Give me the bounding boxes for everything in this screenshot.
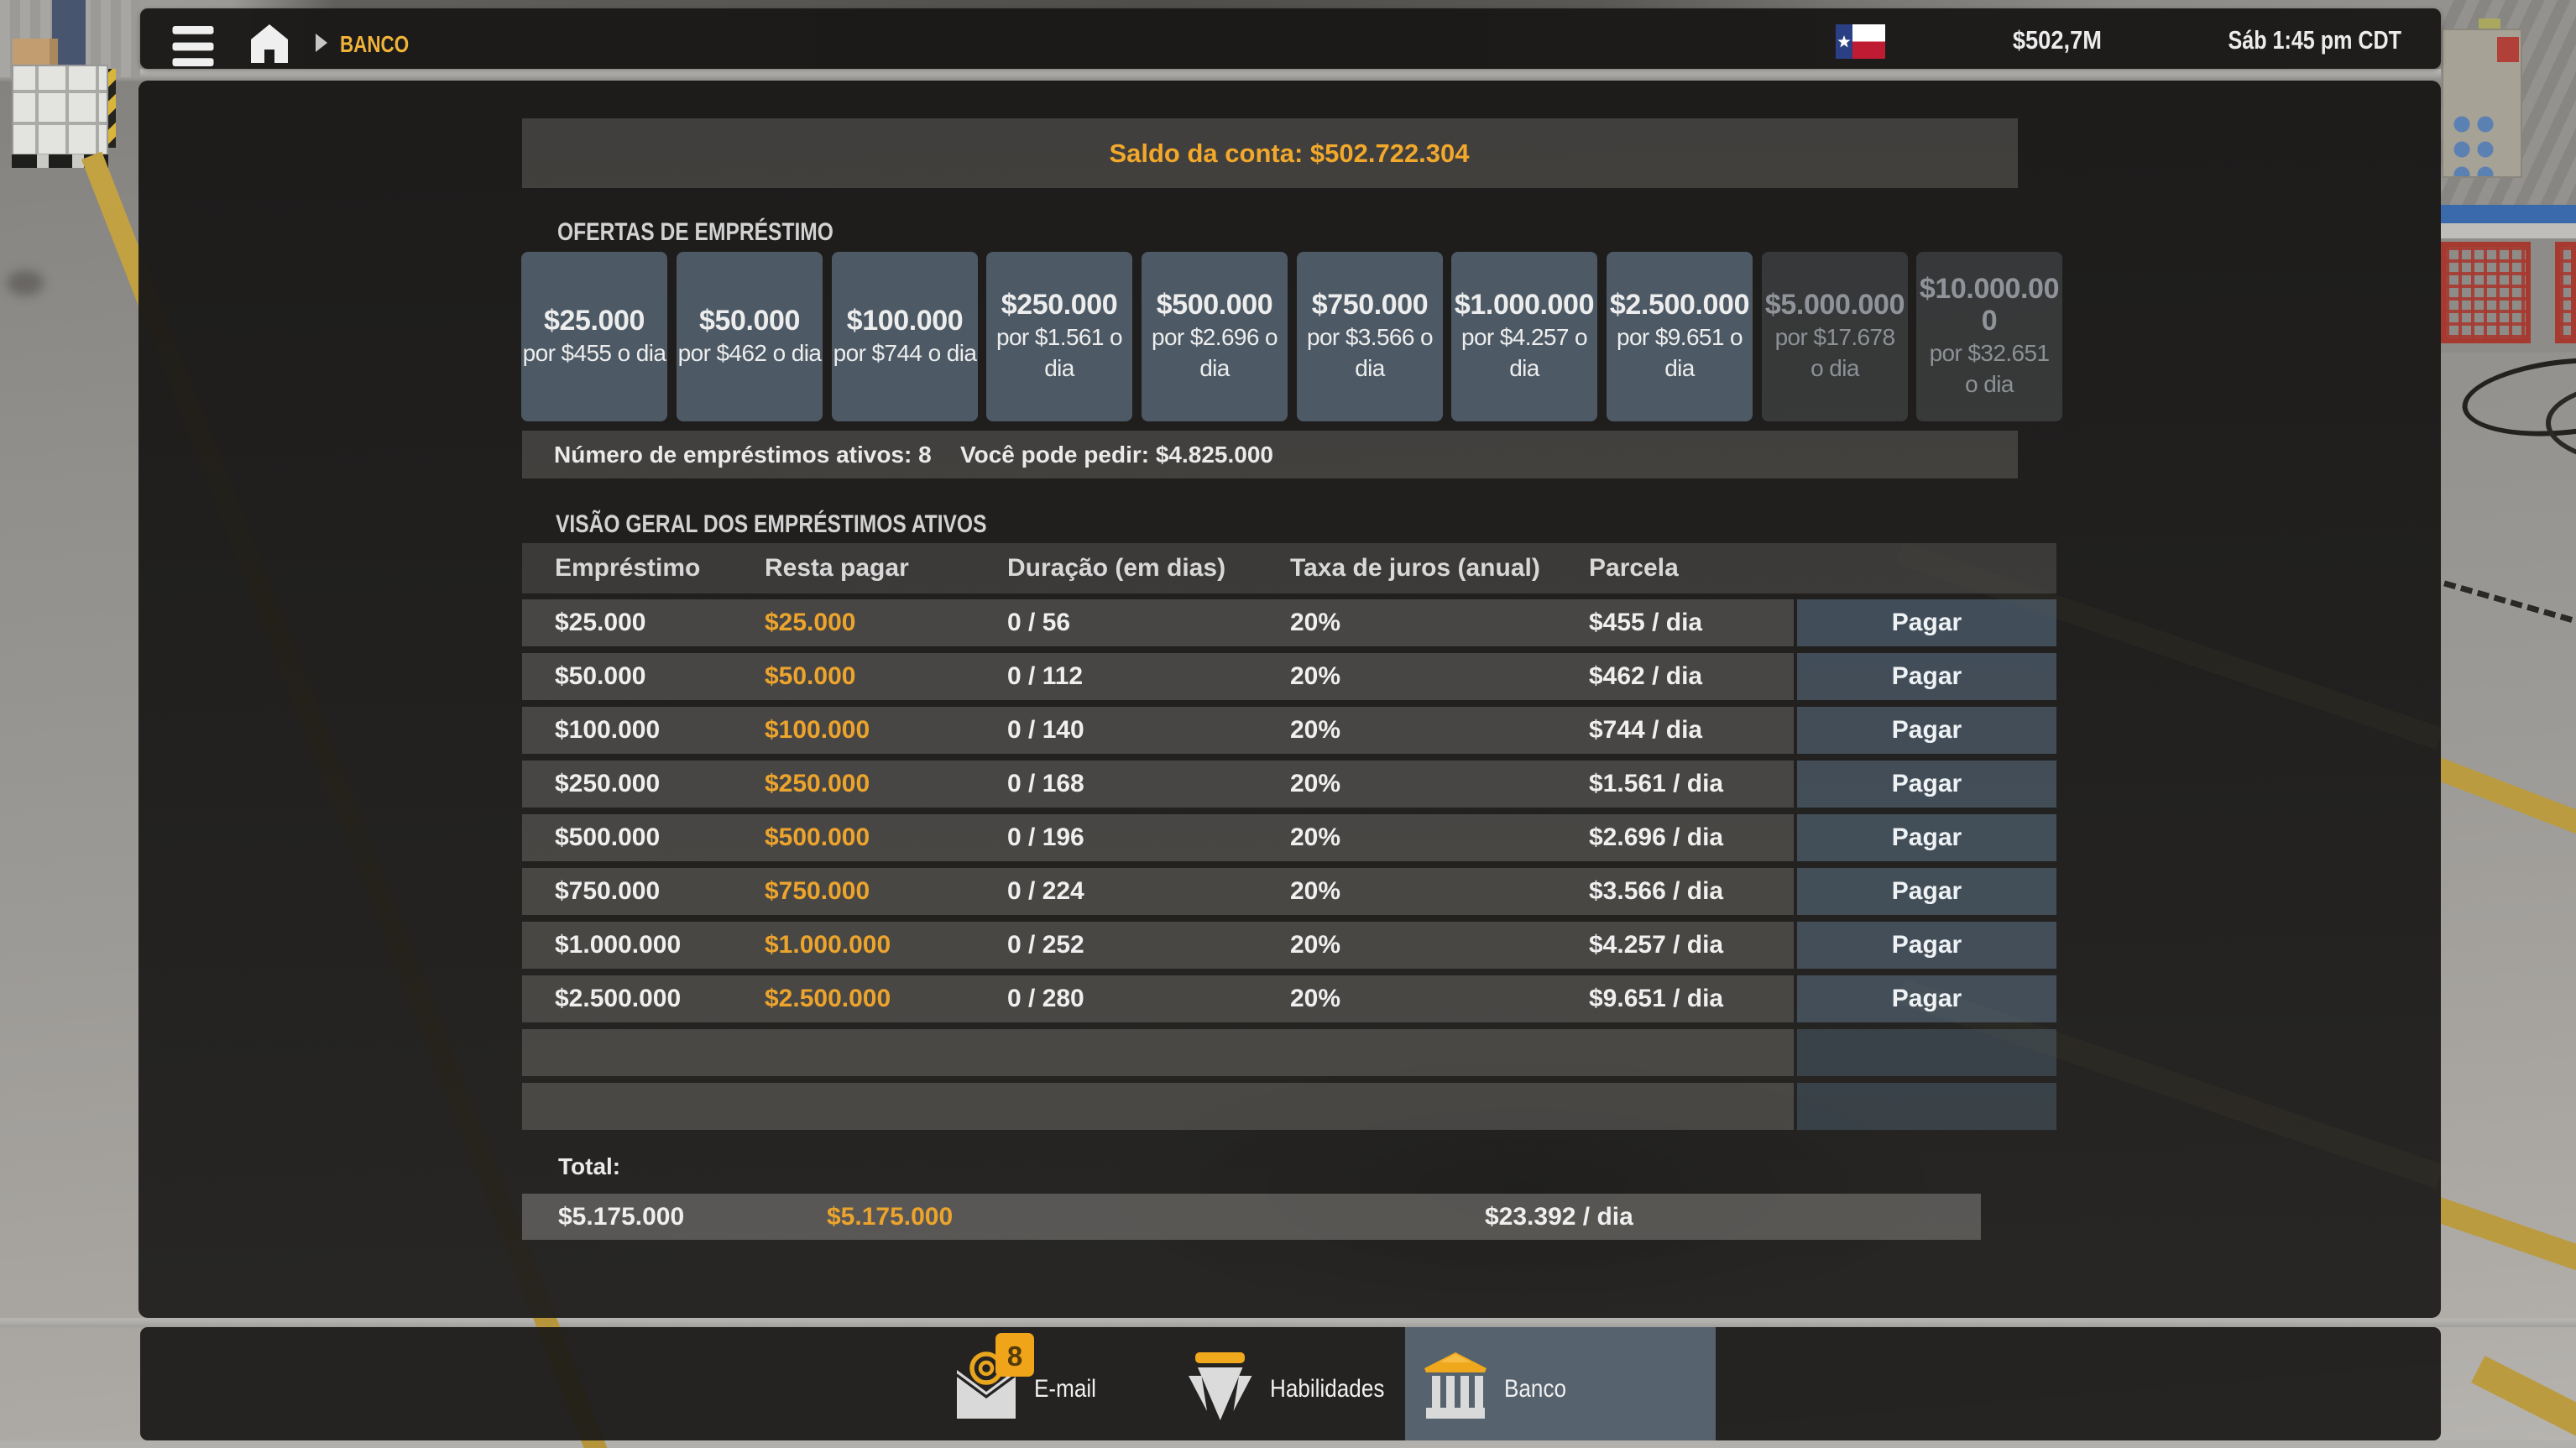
svg-text:8: 8 (1007, 1341, 1022, 1372)
